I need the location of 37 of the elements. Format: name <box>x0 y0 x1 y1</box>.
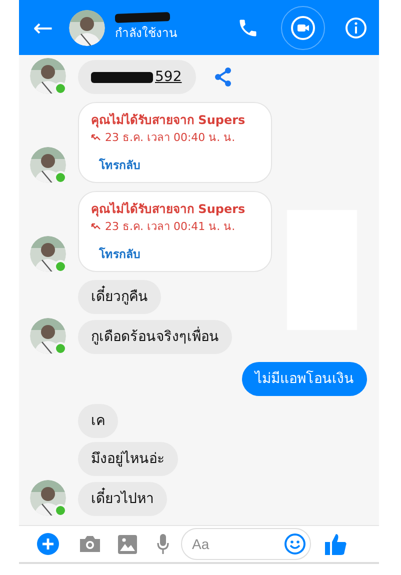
image-icon[interactable] <box>118 534 137 554</box>
info-icon[interactable] <box>345 16 367 38</box>
message-field[interactable]: Aa <box>181 528 311 560</box>
missed-call-title: คุณไม่ได้รับสายจาก Supers <box>91 112 246 130</box>
missed-call-title: คุณไม่ได้รับสายจาก Supers <box>91 200 246 219</box>
microphone-icon[interactable] <box>157 534 169 554</box>
online-dot <box>54 82 67 95</box>
call-back-button[interactable]: โทรกลับ <box>99 245 140 263</box>
message-bubble: เดี๋ยวไปหา <box>78 482 167 516</box>
phone-number-link[interactable]: 592 <box>78 60 196 94</box>
share-icon[interactable] <box>214 67 232 87</box>
missed-call-icon <box>91 223 101 231</box>
message-bubble: เดี๋ยวกูคืน <box>78 280 161 314</box>
message-bubble: มึงอยู่ไหนอ่ะ <box>78 442 178 476</box>
call-time: 23 ธ.ค. เวลา 00:41 น. น. <box>105 219 236 235</box>
video-camera-icon[interactable] <box>290 14 316 40</box>
message-bubble: เค <box>78 404 118 438</box>
call-back-button[interactable]: โทรกลับ <box>99 156 140 174</box>
video-call-button[interactable] <box>281 6 325 50</box>
online-dot <box>54 342 67 355</box>
camera-icon[interactable] <box>79 535 101 553</box>
redaction-mark <box>91 72 153 82</box>
plus-button[interactable] <box>37 533 59 555</box>
online-dot <box>54 504 67 517</box>
missed-call-icon <box>91 134 101 142</box>
phone-number-digits: 592 <box>155 68 182 87</box>
online-dot <box>54 171 67 184</box>
status-text: กำลังใช้งาน <box>115 25 178 42</box>
redaction-mark <box>114 12 170 23</box>
online-dot <box>54 260 67 273</box>
emoji-icon[interactable] <box>284 533 306 555</box>
message-bubble: ไม่มีแอพโอนเงิน <box>242 362 367 396</box>
avatar <box>69 10 106 46</box>
message-bubble: กูเดือดร้อนจริงๆเพื่อน <box>78 320 232 354</box>
thumbs-up-icon[interactable] <box>325 533 347 555</box>
back-button[interactable]: ← <box>33 14 54 42</box>
call-time: 23 ธ.ค. เวลา 00:40 น. น. <box>105 130 236 146</box>
